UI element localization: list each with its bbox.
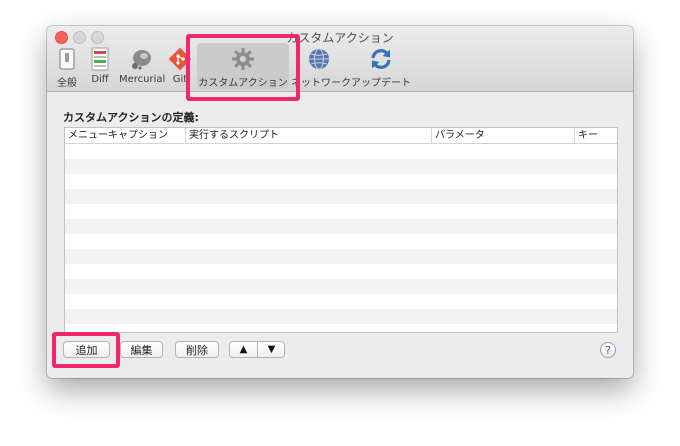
move-down-button[interactable]: ▼ xyxy=(258,342,284,357)
titlebar-toolbar: カスタムアクション 全般 Diff Mercurial Git カスタムアクショ… xyxy=(47,26,633,92)
preferences-window: カスタムアクション 全般 Diff Mercurial Git カスタムアクショ… xyxy=(47,26,633,378)
table-row[interactable] xyxy=(65,204,617,219)
table-row[interactable] xyxy=(65,309,617,324)
delete-button[interactable]: 削除 xyxy=(175,341,219,358)
toolbar-label: 全般 xyxy=(57,78,77,89)
table-row[interactable] xyxy=(65,294,617,309)
table-row[interactable] xyxy=(65,174,617,189)
table-row[interactable] xyxy=(65,219,617,234)
reorder-segmented-control: ▲ ▼ xyxy=(229,341,285,358)
switch-icon xyxy=(55,47,79,71)
table-header: メニューキャプション 実行するスクリプト パラメータ キー xyxy=(65,128,617,144)
toolbar-label: Mercurial xyxy=(119,74,166,85)
table-row[interactable] xyxy=(65,324,617,332)
refresh-icon xyxy=(369,47,393,71)
table-row[interactable] xyxy=(65,234,617,249)
toolbar-label: アップデート xyxy=(351,78,411,89)
toolbar-label: Diff xyxy=(91,74,109,85)
toolbar-item-mercurial[interactable]: Mercurial xyxy=(119,43,166,89)
highlight-box-add-button xyxy=(52,332,120,368)
mercurial-icon xyxy=(129,47,153,71)
column-header-script[interactable]: 実行するスクリプト xyxy=(186,128,432,143)
column-header-caption[interactable]: メニューキャプション xyxy=(65,128,186,143)
edit-button[interactable]: 編集 xyxy=(120,341,163,358)
column-header-parameters[interactable]: パラメータ xyxy=(432,128,575,143)
highlight-box-custom-actions xyxy=(186,34,300,101)
table-row[interactable] xyxy=(65,249,617,264)
diff-icon xyxy=(88,47,112,71)
table-row[interactable] xyxy=(65,264,617,279)
help-button[interactable]: ? xyxy=(600,342,616,358)
move-up-button[interactable]: ▲ xyxy=(230,342,257,357)
table-row[interactable] xyxy=(65,279,617,294)
section-title: カスタムアクションの定義: xyxy=(63,111,199,124)
toolbar-item-update[interactable]: アップデート xyxy=(351,43,411,89)
table-row[interactable] xyxy=(65,189,617,204)
toolbar-item-general[interactable]: 全般 xyxy=(53,43,81,89)
globe-icon xyxy=(307,47,331,71)
table-row[interactable] xyxy=(65,144,617,159)
custom-actions-table[interactable]: メニューキャプション 実行するスクリプト パラメータ キー xyxy=(64,127,618,333)
toolbar-item-diff[interactable]: Diff xyxy=(87,43,113,89)
table-row[interactable] xyxy=(65,159,617,174)
column-header-key[interactable]: キー xyxy=(575,128,617,143)
